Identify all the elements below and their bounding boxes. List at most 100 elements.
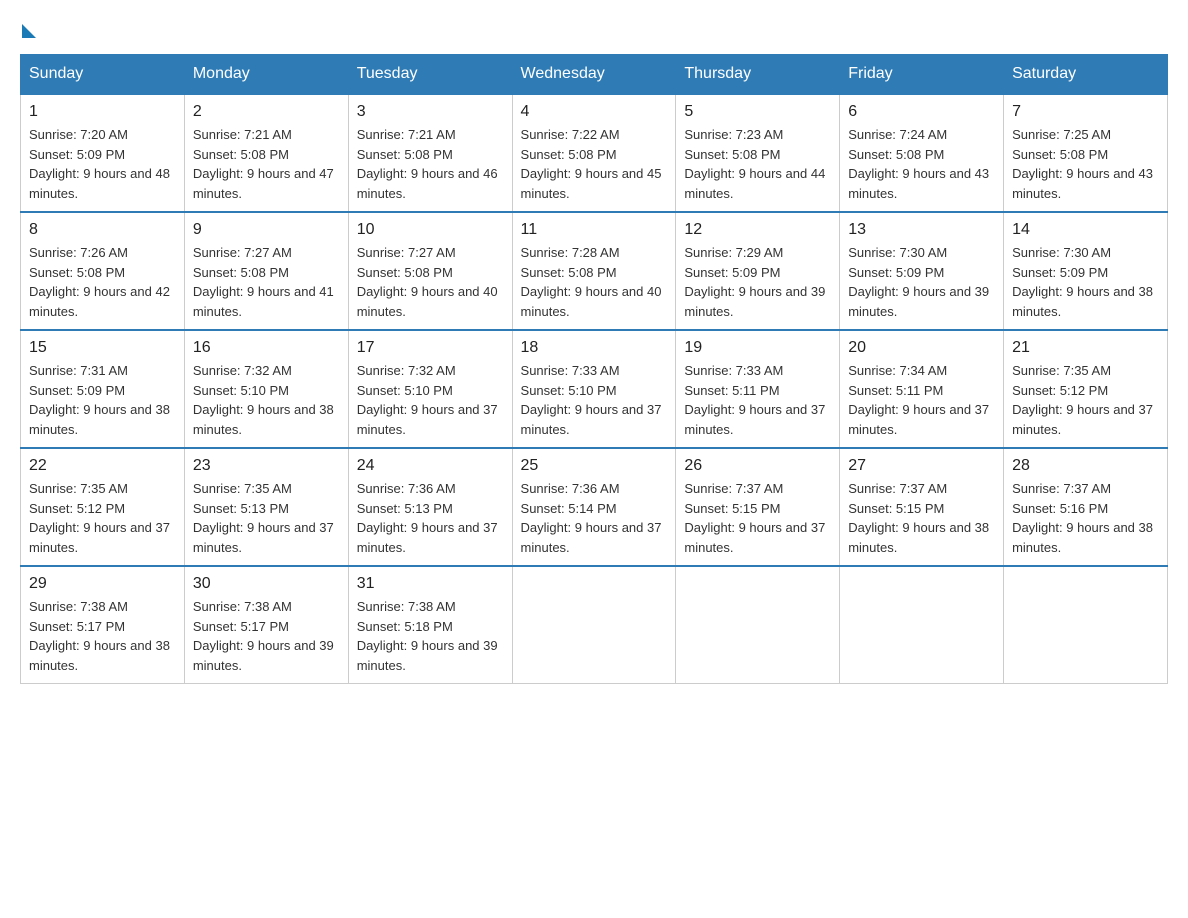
calendar-header-sunday: Sunday (21, 55, 185, 95)
calendar-header-friday: Friday (840, 55, 1004, 95)
day-info: Sunrise: 7:38 AM Sunset: 5:17 PM Dayligh… (193, 597, 340, 675)
calendar-cell: 20 Sunrise: 7:34 AM Sunset: 5:11 PM Dayl… (840, 330, 1004, 448)
calendar-table: SundayMondayTuesdayWednesdayThursdayFrid… (20, 54, 1168, 684)
day-info: Sunrise: 7:36 AM Sunset: 5:13 PM Dayligh… (357, 479, 504, 557)
day-number: 15 (29, 339, 176, 357)
day-info: Sunrise: 7:21 AM Sunset: 5:08 PM Dayligh… (357, 125, 504, 203)
calendar-cell: 5 Sunrise: 7:23 AM Sunset: 5:08 PM Dayli… (676, 94, 840, 212)
day-info: Sunrise: 7:32 AM Sunset: 5:10 PM Dayligh… (357, 361, 504, 439)
day-info: Sunrise: 7:29 AM Sunset: 5:09 PM Dayligh… (684, 243, 831, 321)
calendar-cell: 21 Sunrise: 7:35 AM Sunset: 5:12 PM Dayl… (1004, 330, 1168, 448)
day-info: Sunrise: 7:20 AM Sunset: 5:09 PM Dayligh… (29, 125, 176, 203)
day-number: 31 (357, 575, 504, 593)
day-info: Sunrise: 7:35 AM Sunset: 5:12 PM Dayligh… (1012, 361, 1159, 439)
day-number: 14 (1012, 221, 1159, 239)
day-number: 18 (521, 339, 668, 357)
day-number: 10 (357, 221, 504, 239)
calendar-cell: 27 Sunrise: 7:37 AM Sunset: 5:15 PM Dayl… (840, 448, 1004, 566)
day-info: Sunrise: 7:35 AM Sunset: 5:12 PM Dayligh… (29, 479, 176, 557)
day-info: Sunrise: 7:27 AM Sunset: 5:08 PM Dayligh… (357, 243, 504, 321)
calendar-cell: 16 Sunrise: 7:32 AM Sunset: 5:10 PM Dayl… (184, 330, 348, 448)
calendar-cell: 6 Sunrise: 7:24 AM Sunset: 5:08 PM Dayli… (840, 94, 1004, 212)
day-number: 3 (357, 103, 504, 121)
day-number: 9 (193, 221, 340, 239)
day-info: Sunrise: 7:21 AM Sunset: 5:08 PM Dayligh… (193, 125, 340, 203)
day-number: 22 (29, 457, 176, 475)
day-info: Sunrise: 7:33 AM Sunset: 5:10 PM Dayligh… (521, 361, 668, 439)
page-header (20, 20, 1168, 34)
day-info: Sunrise: 7:37 AM Sunset: 5:16 PM Dayligh… (1012, 479, 1159, 557)
day-number: 29 (29, 575, 176, 593)
calendar-cell: 15 Sunrise: 7:31 AM Sunset: 5:09 PM Dayl… (21, 330, 185, 448)
day-number: 11 (521, 221, 668, 239)
calendar-cell: 28 Sunrise: 7:37 AM Sunset: 5:16 PM Dayl… (1004, 448, 1168, 566)
day-info: Sunrise: 7:38 AM Sunset: 5:17 PM Dayligh… (29, 597, 176, 675)
calendar-cell: 29 Sunrise: 7:38 AM Sunset: 5:17 PM Dayl… (21, 566, 185, 684)
calendar-cell: 30 Sunrise: 7:38 AM Sunset: 5:17 PM Dayl… (184, 566, 348, 684)
calendar-cell: 31 Sunrise: 7:38 AM Sunset: 5:18 PM Dayl… (348, 566, 512, 684)
day-number: 24 (357, 457, 504, 475)
calendar-week-row: 29 Sunrise: 7:38 AM Sunset: 5:17 PM Dayl… (21, 566, 1168, 684)
day-number: 6 (848, 103, 995, 121)
day-info: Sunrise: 7:38 AM Sunset: 5:18 PM Dayligh… (357, 597, 504, 675)
day-number: 21 (1012, 339, 1159, 357)
day-info: Sunrise: 7:23 AM Sunset: 5:08 PM Dayligh… (684, 125, 831, 203)
day-info: Sunrise: 7:26 AM Sunset: 5:08 PM Dayligh… (29, 243, 176, 321)
day-info: Sunrise: 7:31 AM Sunset: 5:09 PM Dayligh… (29, 361, 176, 439)
day-number: 17 (357, 339, 504, 357)
calendar-cell: 19 Sunrise: 7:33 AM Sunset: 5:11 PM Dayl… (676, 330, 840, 448)
day-number: 12 (684, 221, 831, 239)
day-info: Sunrise: 7:22 AM Sunset: 5:08 PM Dayligh… (521, 125, 668, 203)
calendar-cell: 12 Sunrise: 7:29 AM Sunset: 5:09 PM Dayl… (676, 212, 840, 330)
day-number: 1 (29, 103, 176, 121)
day-number: 8 (29, 221, 176, 239)
day-number: 19 (684, 339, 831, 357)
calendar-header-monday: Monday (184, 55, 348, 95)
day-number: 13 (848, 221, 995, 239)
day-number: 23 (193, 457, 340, 475)
day-number: 4 (521, 103, 668, 121)
calendar-header-wednesday: Wednesday (512, 55, 676, 95)
calendar-cell: 7 Sunrise: 7:25 AM Sunset: 5:08 PM Dayli… (1004, 94, 1168, 212)
logo-arrow-icon (22, 24, 36, 38)
calendar-cell: 25 Sunrise: 7:36 AM Sunset: 5:14 PM Dayl… (512, 448, 676, 566)
day-number: 25 (521, 457, 668, 475)
calendar-cell: 18 Sunrise: 7:33 AM Sunset: 5:10 PM Dayl… (512, 330, 676, 448)
calendar-week-row: 8 Sunrise: 7:26 AM Sunset: 5:08 PM Dayli… (21, 212, 1168, 330)
calendar-cell: 9 Sunrise: 7:27 AM Sunset: 5:08 PM Dayli… (184, 212, 348, 330)
day-info: Sunrise: 7:24 AM Sunset: 5:08 PM Dayligh… (848, 125, 995, 203)
calendar-header-saturday: Saturday (1004, 55, 1168, 95)
day-info: Sunrise: 7:25 AM Sunset: 5:08 PM Dayligh… (1012, 125, 1159, 203)
calendar-cell: 26 Sunrise: 7:37 AM Sunset: 5:15 PM Dayl… (676, 448, 840, 566)
day-number: 28 (1012, 457, 1159, 475)
day-info: Sunrise: 7:33 AM Sunset: 5:11 PM Dayligh… (684, 361, 831, 439)
calendar-week-row: 1 Sunrise: 7:20 AM Sunset: 5:09 PM Dayli… (21, 94, 1168, 212)
day-info: Sunrise: 7:37 AM Sunset: 5:15 PM Dayligh… (684, 479, 831, 557)
calendar-cell: 8 Sunrise: 7:26 AM Sunset: 5:08 PM Dayli… (21, 212, 185, 330)
day-info: Sunrise: 7:37 AM Sunset: 5:15 PM Dayligh… (848, 479, 995, 557)
day-number: 16 (193, 339, 340, 357)
day-info: Sunrise: 7:30 AM Sunset: 5:09 PM Dayligh… (848, 243, 995, 321)
calendar-cell: 13 Sunrise: 7:30 AM Sunset: 5:09 PM Dayl… (840, 212, 1004, 330)
calendar-cell: 11 Sunrise: 7:28 AM Sunset: 5:08 PM Dayl… (512, 212, 676, 330)
day-info: Sunrise: 7:28 AM Sunset: 5:08 PM Dayligh… (521, 243, 668, 321)
day-info: Sunrise: 7:32 AM Sunset: 5:10 PM Dayligh… (193, 361, 340, 439)
calendar-cell: 14 Sunrise: 7:30 AM Sunset: 5:09 PM Dayl… (1004, 212, 1168, 330)
calendar-header-tuesday: Tuesday (348, 55, 512, 95)
day-number: 27 (848, 457, 995, 475)
calendar-cell: 17 Sunrise: 7:32 AM Sunset: 5:10 PM Dayl… (348, 330, 512, 448)
calendar-week-row: 15 Sunrise: 7:31 AM Sunset: 5:09 PM Dayl… (21, 330, 1168, 448)
calendar-cell: 1 Sunrise: 7:20 AM Sunset: 5:09 PM Dayli… (21, 94, 185, 212)
calendar-cell (512, 566, 676, 684)
day-number: 26 (684, 457, 831, 475)
calendar-cell (676, 566, 840, 684)
calendar-cell (1004, 566, 1168, 684)
day-info: Sunrise: 7:34 AM Sunset: 5:11 PM Dayligh… (848, 361, 995, 439)
calendar-cell: 2 Sunrise: 7:21 AM Sunset: 5:08 PM Dayli… (184, 94, 348, 212)
calendar-cell (840, 566, 1004, 684)
day-number: 2 (193, 103, 340, 121)
calendar-cell: 23 Sunrise: 7:35 AM Sunset: 5:13 PM Dayl… (184, 448, 348, 566)
day-number: 20 (848, 339, 995, 357)
calendar-cell: 3 Sunrise: 7:21 AM Sunset: 5:08 PM Dayli… (348, 94, 512, 212)
day-info: Sunrise: 7:36 AM Sunset: 5:14 PM Dayligh… (521, 479, 668, 557)
